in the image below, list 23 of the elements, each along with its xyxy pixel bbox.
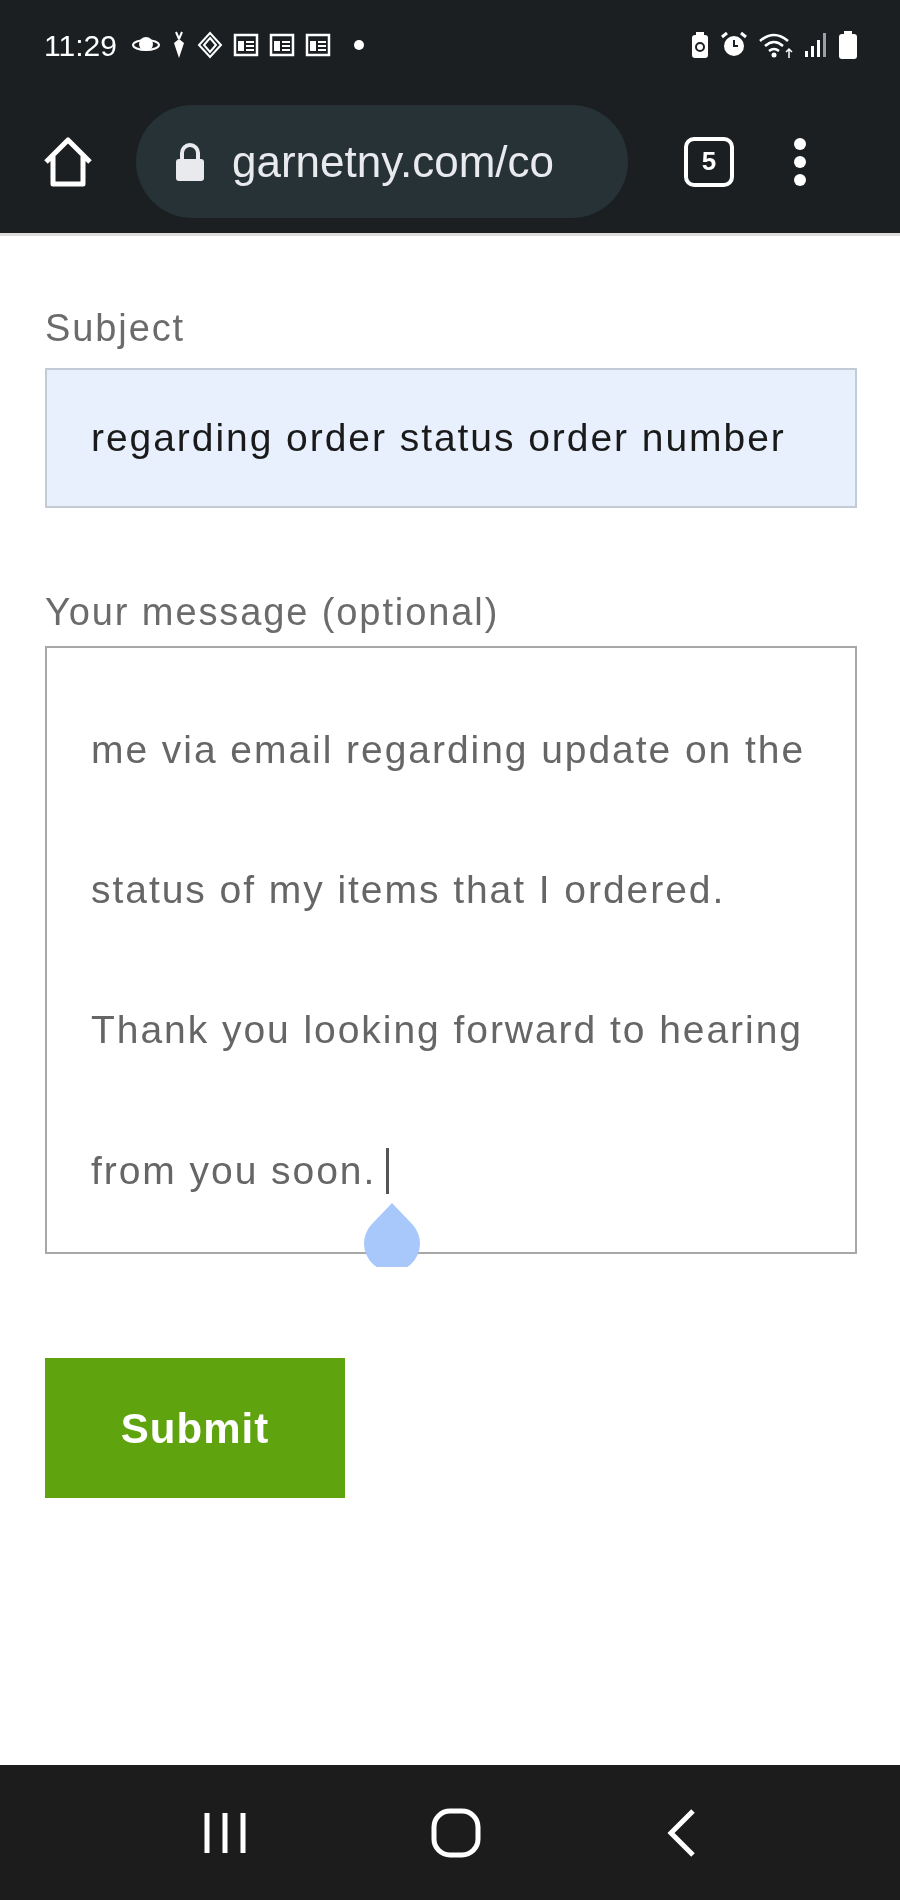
news-icon: [304, 33, 331, 57]
wifi-icon: [758, 31, 794, 59]
subject-field[interactable]: regarding order status order number: [45, 368, 857, 508]
subject-label: Subject: [45, 306, 187, 350]
news-icon: [268, 33, 295, 57]
signal-icon: [804, 31, 828, 59]
status-time: 11:29: [44, 27, 117, 64]
tab-count-button[interactable]: 5: [684, 136, 734, 187]
more-menu-icon[interactable]: [792, 136, 808, 187]
dot-icon: [352, 39, 365, 51]
home-nav-icon[interactable]: [430, 1806, 482, 1859]
news-icon: [232, 33, 259, 57]
message-field[interactable]: me via email regarding update on the status of my items that I ordered. Thank you looking forward to hearing from you soon.: [45, 646, 857, 1254]
message-label: Your message (optional): [45, 590, 501, 634]
alarm-icon: [720, 31, 748, 59]
battery-icon: [838, 30, 858, 60]
selection-handle-icon[interactable]: [363, 1201, 421, 1267]
url-text: garnetny.com/co: [232, 135, 554, 188]
diamond-icon: [196, 31, 223, 59]
lock-icon: [174, 141, 206, 182]
address-bar[interactable]: garnetny.com/co: [136, 105, 628, 218]
battery-saver-icon: [690, 31, 710, 59]
text-cursor-icon: [386, 1148, 390, 1194]
